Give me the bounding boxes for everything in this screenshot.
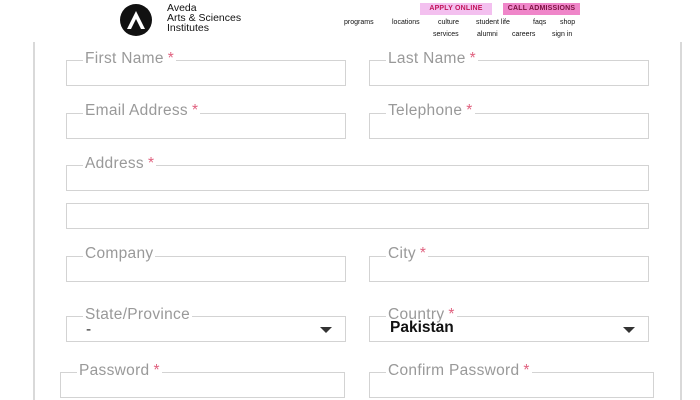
nav-link-services[interactable]: services: [433, 31, 459, 38]
call-admissions-button[interactable]: CALL ADMISSIONS: [503, 3, 580, 15]
telephone-label: Telephone *: [386, 102, 475, 120]
site-header: Aveda Arts & Sciences Institutes APPLY O…: [0, 0, 700, 42]
state-province-value: -: [86, 321, 92, 338]
nav-link-locations[interactable]: locations: [392, 19, 420, 26]
state-province-label: State/Province: [83, 306, 193, 324]
apply-online-button[interactable]: APPLY ONLINE: [420, 3, 492, 15]
chevron-down-icon[interactable]: [320, 327, 332, 333]
city-label: City *: [386, 245, 429, 263]
address-label: Address *: [83, 155, 157, 173]
address-line-2-input[interactable]: [66, 203, 649, 229]
email-label: Email Address *: [83, 102, 201, 120]
nav-link-faqs[interactable]: faqs: [533, 19, 546, 26]
company-label: Company: [83, 245, 156, 263]
first-name-label: First Name *: [83, 50, 177, 68]
nav-link-student-life[interactable]: student life: [476, 19, 510, 26]
primary-nav: programs locations culture student life …: [0, 19, 700, 29]
password-label: Password *: [77, 362, 162, 380]
secondary-nav: services alumni careers sign in: [0, 31, 700, 41]
last-name-label: Last Name *: [386, 50, 478, 68]
nav-link-sign-in[interactable]: sign in: [552, 31, 572, 38]
nav-link-programs[interactable]: programs: [344, 19, 374, 26]
confirm-password-label: Confirm Password *: [386, 362, 532, 380]
nav-link-culture[interactable]: culture: [438, 19, 459, 26]
nav-link-alumni[interactable]: alumni: [477, 31, 498, 38]
country-value: Pakistan: [390, 319, 454, 336]
nav-link-careers[interactable]: careers: [512, 31, 535, 38]
nav-link-shop[interactable]: shop: [560, 19, 575, 26]
chevron-down-icon[interactable]: [623, 327, 635, 333]
